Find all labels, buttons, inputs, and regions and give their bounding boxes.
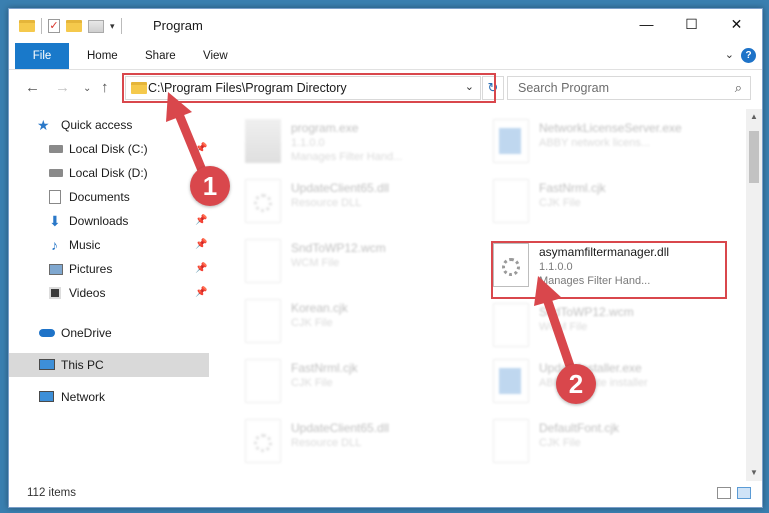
annotation-arrows: [166, 92, 577, 377]
arrow-step2-shaft: [541, 291, 577, 377]
arrow-step2-head: [534, 276, 562, 306]
step-2-badge: 2: [556, 364, 596, 404]
step-1-badge: 1: [190, 166, 230, 206]
